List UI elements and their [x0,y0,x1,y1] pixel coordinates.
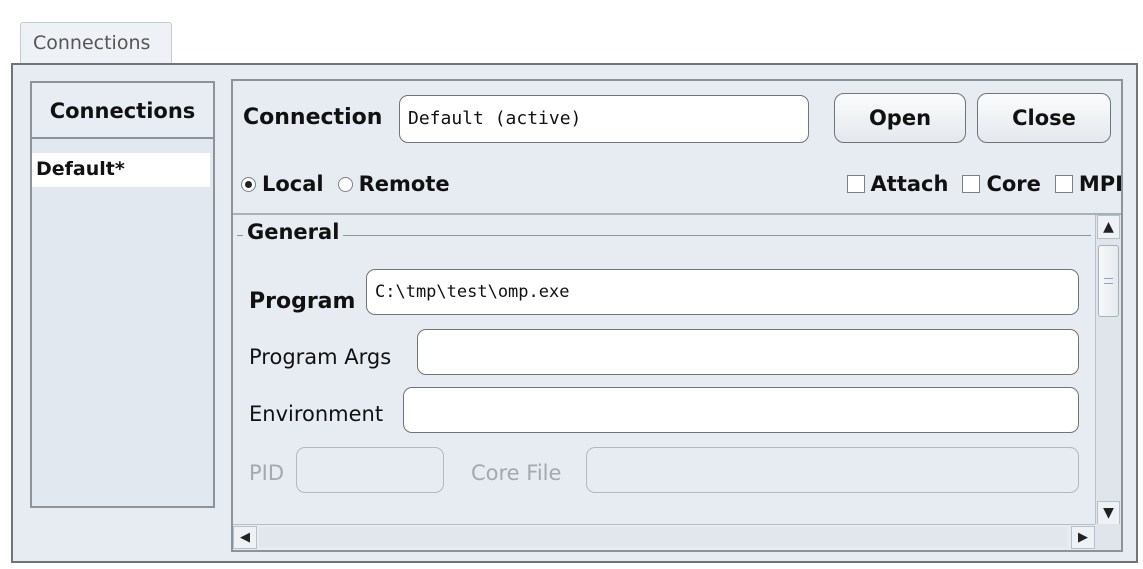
core-checkbox-label: Core [986,172,1041,196]
local-radio-label: Local [262,172,324,196]
program-args-label: Program Args [249,345,392,369]
mode-radio-group: Local Remote [241,169,464,199]
connection-label: Connection [243,105,383,130]
grip-icon [1104,278,1113,284]
mpi-checkbox[interactable] [1054,175,1073,193]
close-button[interactable]: Close [977,93,1111,143]
local-radio[interactable] [241,176,256,192]
pid-label: PID [249,461,285,485]
scroll-right-icon[interactable]: ▶ [1071,526,1095,549]
environment-field[interactable] [403,387,1079,433]
connections-list-panel: Connections Default* [30,81,215,508]
scrollbar-corner [1095,524,1121,550]
pid-field [296,447,444,493]
open-button[interactable]: Open [834,93,966,143]
local-radio-option[interactable]: Local [241,172,324,196]
tab-strip: Connections [0,0,1143,64]
attach-checkbox[interactable] [846,175,865,193]
mpi-checkbox-label: MPI [1078,172,1123,196]
horizontal-scrollbar[interactable]: ◀ ▶ [233,524,1095,550]
connections-list: Default* [32,141,213,506]
connections-panel: Connections Default* Connection Default … [11,63,1138,563]
program-args-field[interactable] [417,329,1079,375]
connection-name-field[interactable]: Default (active) [399,95,809,143]
core-checkbox[interactable] [962,175,981,193]
vertical-scrollbar[interactable]: ▲ ▼ [1095,215,1121,525]
mpi-checkbox-option[interactable]: MPI [1054,172,1123,196]
core-checkbox-option[interactable]: Core [962,172,1041,196]
general-group-border [239,235,1091,236]
connection-list-item[interactable]: Default* [32,153,210,187]
core-file-label: Core File [471,461,562,485]
scroll-up-icon[interactable]: ▲ [1097,215,1120,239]
attach-checkbox-label: Attach [870,172,949,196]
vertical-scroll-thumb[interactable] [1098,245,1119,317]
connections-list-header: Connections [32,83,213,139]
connection-details-panel: Connection Default (active) Open Close L… [231,79,1123,552]
remote-radio-option[interactable]: Remote [337,172,450,196]
scroll-left-icon[interactable]: ◀ [233,526,257,549]
core-file-field [586,447,1079,493]
general-group-title: General [243,220,344,244]
options-checkbox-group: Attach Core MPI [833,169,1123,199]
scroll-down-icon[interactable]: ▼ [1097,501,1120,525]
tab-connections[interactable]: Connections [20,22,172,64]
remote-radio-label: Remote [358,172,450,196]
general-scroll-area: General Program C:\tmp\test\omp.exe Prog… [233,215,1121,550]
remote-radio[interactable] [337,176,353,192]
program-label: Program [249,289,356,314]
environment-label: Environment [249,402,384,426]
program-field[interactable]: C:\tmp\test\omp.exe [366,269,1079,315]
horizontal-scroll-thumb[interactable] [259,527,1067,547]
attach-checkbox-option[interactable]: Attach [846,172,949,196]
